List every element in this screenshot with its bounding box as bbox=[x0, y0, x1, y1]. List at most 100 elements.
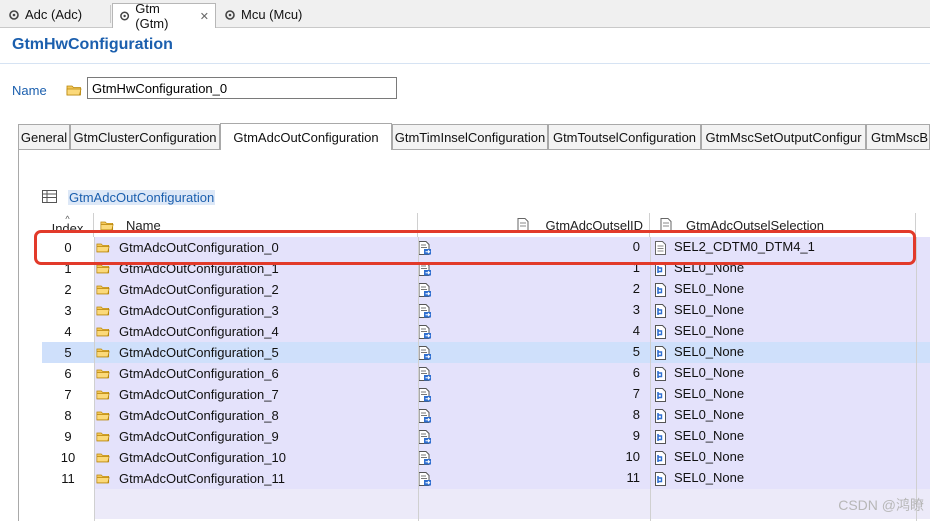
row-outsel-id-cell[interactable]: 3 bbox=[418, 300, 650, 321]
tab-cluster-configuration[interactable]: GtmClusterConfiguration bbox=[70, 124, 220, 149]
row-outsel-selection: SEL0_None bbox=[674, 449, 745, 464]
table-row[interactable]: 9 GtmAdcOutConfiguration_9 9 SEL0_None bbox=[42, 426, 930, 447]
row-name: GtmAdcOutConfiguration_9 bbox=[119, 429, 279, 444]
gear-icon bbox=[120, 11, 130, 21]
reference-document-icon bbox=[418, 451, 431, 465]
row-name-cell[interactable]: GtmAdcOutConfiguration_2 bbox=[94, 279, 418, 300]
row-name: GtmAdcOutConfiguration_2 bbox=[119, 282, 279, 297]
row-name-cell[interactable]: GtmAdcOutConfiguration_9 bbox=[94, 426, 418, 447]
row-name-cell[interactable]: GtmAdcOutConfiguration_4 bbox=[94, 321, 418, 342]
tab-toutsel-configuration[interactable]: GtmToutselConfiguration bbox=[548, 124, 701, 149]
row-index: 4 bbox=[42, 321, 94, 342]
row-name-cell[interactable]: GtmAdcOutConfiguration_11 bbox=[94, 468, 418, 489]
row-outsel-selection-cell[interactable]: SEL0_None bbox=[650, 426, 916, 447]
table-row[interactable]: 6 GtmAdcOutConfiguration_6 6 SEL0_None bbox=[42, 363, 930, 384]
row-index: 9 bbox=[42, 426, 94, 447]
table-row[interactable]: 5 GtmAdcOutConfiguration_5 5 SEL0_None bbox=[42, 342, 930, 363]
title-divider bbox=[0, 63, 930, 64]
tab-mcu[interactable]: Mcu (Mcu) bbox=[218, 3, 318, 26]
row-outsel-selection-cell[interactable]: SEL0_None bbox=[650, 447, 916, 468]
row-outsel-selection-cell[interactable]: SEL0_None bbox=[650, 300, 916, 321]
row-name-cell[interactable]: GtmAdcOutConfiguration_7 bbox=[94, 384, 418, 405]
enum-value-icon bbox=[655, 262, 666, 276]
close-icon[interactable]: ✕ bbox=[200, 10, 209, 23]
row-filler bbox=[916, 426, 930, 447]
table-row[interactable]: 10 GtmAdcOutConfiguration_10 10 SEL0_None bbox=[42, 447, 930, 468]
reference-document-icon bbox=[418, 241, 431, 255]
folder-icon bbox=[96, 474, 110, 484]
reference-document-icon bbox=[418, 325, 431, 339]
table-row[interactable]: 0 GtmAdcOutConfiguration_0 0 SEL2_CDTM0_DTM… bbox=[42, 237, 930, 258]
row-outsel-selection-cell[interactable]: SEL0_None bbox=[650, 342, 916, 363]
row-outsel-id-cell[interactable]: 7 bbox=[418, 384, 650, 405]
row-outsel-id-cell[interactable]: 5 bbox=[418, 342, 650, 363]
row-outsel-id: 11 bbox=[626, 470, 641, 485]
row-outsel-id-cell[interactable]: 6 bbox=[418, 363, 650, 384]
col-adc-outsel-selection[interactable]: GtmAdcOutselSelection bbox=[650, 213, 916, 237]
reference-document-icon bbox=[418, 430, 431, 444]
row-outsel-selection-cell[interactable]: SEL0_None bbox=[650, 384, 916, 405]
col-name[interactable]: Name bbox=[94, 213, 418, 237]
col-adc-outsel-id[interactable]: GtmAdcOutselID bbox=[418, 213, 650, 237]
gear-icon bbox=[225, 9, 235, 20]
table-row[interactable]: 8 GtmAdcOutConfiguration_8 8 SEL0_None bbox=[42, 405, 930, 426]
document-icon bbox=[660, 218, 672, 232]
tab-adc[interactable]: Adc (Adc) bbox=[2, 3, 110, 26]
row-name-cell[interactable]: GtmAdcOutConfiguration_1 bbox=[94, 258, 418, 279]
row-outsel-selection: SEL0_None bbox=[674, 386, 745, 401]
name-input[interactable] bbox=[87, 77, 397, 99]
row-name: GtmAdcOutConfiguration_0 bbox=[119, 240, 279, 255]
table-row[interactable]: 7 GtmAdcOutConfiguration_7 7 SEL0_None bbox=[42, 384, 930, 405]
row-outsel-selection: SEL0_None bbox=[674, 302, 745, 317]
row-outsel-selection-cell[interactable]: SEL0_None bbox=[650, 405, 916, 426]
row-name-cell[interactable]: GtmAdcOutConfiguration_3 bbox=[94, 300, 418, 321]
column-divider bbox=[94, 237, 95, 521]
row-outsel-id-cell[interactable]: 1 bbox=[418, 258, 650, 279]
row-name: GtmAdcOutConfiguration_7 bbox=[119, 387, 279, 402]
tab-msc-set-output-configuration[interactable]: GtmMscSetOutputConfigur bbox=[701, 124, 866, 149]
row-outsel-id-cell[interactable]: 11 bbox=[418, 468, 650, 489]
table-row[interactable]: 2 GtmAdcOutConfiguration_2 2 SEL0_None bbox=[42, 279, 930, 300]
row-outsel-id-cell[interactable]: 10 bbox=[418, 447, 650, 468]
row-filler bbox=[916, 468, 930, 489]
row-name-cell[interactable]: GtmAdcOutConfiguration_10 bbox=[94, 447, 418, 468]
row-outsel-selection-cell[interactable]: SEL0_None bbox=[650, 468, 916, 489]
enum-value-icon bbox=[655, 325, 666, 339]
tab-gtm[interactable]: Gtm (Gtm) ✕ bbox=[112, 1, 216, 31]
folder-icon bbox=[96, 369, 110, 379]
row-outsel-selection-cell[interactable]: SEL0_None bbox=[650, 279, 916, 300]
row-outsel-selection-cell[interactable]: SEL0_None bbox=[650, 258, 916, 279]
row-name-cell[interactable]: GtmAdcOutConfiguration_8 bbox=[94, 405, 418, 426]
row-outsel-id: 2 bbox=[632, 281, 640, 296]
table-row[interactable]: 11 GtmAdcOutConfiguration_11 11 SEL0_None bbox=[42, 468, 930, 489]
tab-msc-b[interactable]: GtmMscB bbox=[866, 124, 930, 149]
tab-tim-insel-configuration[interactable]: GtmTimInselConfiguration bbox=[392, 124, 548, 149]
tab-adc-out-configuration[interactable]: GtmAdcOutConfiguration bbox=[220, 123, 392, 150]
enum-value-icon bbox=[655, 388, 666, 402]
table-header: ^ Index Name GtmAdcOutselID GtmAdcOutsel… bbox=[42, 213, 930, 238]
row-name-cell[interactable]: GtmAdcOutConfiguration_6 bbox=[94, 363, 418, 384]
row-outsel-id-cell[interactable]: 2 bbox=[418, 279, 650, 300]
row-outsel-selection-cell[interactable]: SEL0_None bbox=[650, 321, 916, 342]
tab-general[interactable]: General bbox=[18, 124, 70, 149]
row-name-cell[interactable]: GtmAdcOutConfiguration_0 bbox=[94, 237, 418, 258]
row-outsel-id: 7 bbox=[632, 386, 640, 401]
table-row[interactable]: 3 GtmAdcOutConfiguration_3 3 SEL0_None bbox=[42, 300, 930, 321]
table-row[interactable]: 4 GtmAdcOutConfiguration_4 4 SEL0_None bbox=[42, 321, 930, 342]
row-name-cell[interactable]: GtmAdcOutConfiguration_5 bbox=[94, 342, 418, 363]
row-filler bbox=[916, 300, 930, 321]
page-title: GtmHwConfiguration bbox=[12, 36, 173, 53]
row-outsel-id: 8 bbox=[632, 407, 640, 422]
reference-document-icon bbox=[418, 388, 431, 402]
row-outsel-id-cell[interactable]: 8 bbox=[418, 405, 650, 426]
table-row[interactable]: 1 GtmAdcOutConfiguration_1 1 SEL0_None bbox=[42, 258, 930, 279]
col-index[interactable]: ^ Index bbox=[42, 213, 94, 237]
row-outsel-selection-cell[interactable]: SEL2_CDTM0_DTM4_1 bbox=[650, 237, 916, 258]
row-name: GtmAdcOutConfiguration_5 bbox=[119, 345, 279, 360]
row-outsel-id-cell[interactable]: 4 bbox=[418, 321, 650, 342]
row-outsel-id-cell[interactable]: 9 bbox=[418, 426, 650, 447]
row-outsel-id-cell[interactable]: 0 bbox=[418, 237, 650, 258]
row-name: GtmAdcOutConfiguration_3 bbox=[119, 303, 279, 318]
row-outsel-selection-cell[interactable]: SEL0_None bbox=[650, 363, 916, 384]
row-outsel-id: 0 bbox=[632, 239, 640, 254]
